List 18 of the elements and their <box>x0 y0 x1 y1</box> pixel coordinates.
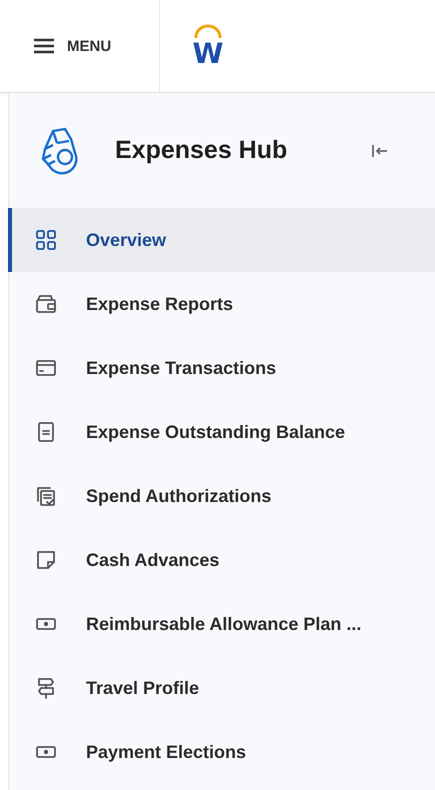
wallet-icon <box>34 292 58 316</box>
menu-icon <box>33 38 55 54</box>
collapse-icon <box>371 142 389 158</box>
nav-item[interactable]: Expense Transactions <box>8 336 435 400</box>
nav-item[interactable]: Overview <box>8 208 435 272</box>
nav-item[interactable]: Travel Profile <box>8 656 435 720</box>
note-icon <box>34 548 58 572</box>
nav-item[interactable]: Spend Authorizations <box>8 464 435 528</box>
menu-button[interactable]: MENU <box>0 0 160 92</box>
grid-icon <box>34 228 58 252</box>
nav-item[interactable]: Payment Elections <box>8 720 435 784</box>
nav-item[interactable]: Expense Outstanding Balance <box>8 400 435 464</box>
nav-item[interactable]: Expense Reports <box>8 272 435 336</box>
hub-title: Expenses Hub <box>115 136 288 165</box>
receipt-icon <box>34 484 58 508</box>
nav-item[interactable]: Reimbursable Allowance Plan ... <box>8 592 435 656</box>
logo[interactable]: W <box>188 24 228 68</box>
nav-item[interactable]: Cash Advances <box>8 528 435 592</box>
